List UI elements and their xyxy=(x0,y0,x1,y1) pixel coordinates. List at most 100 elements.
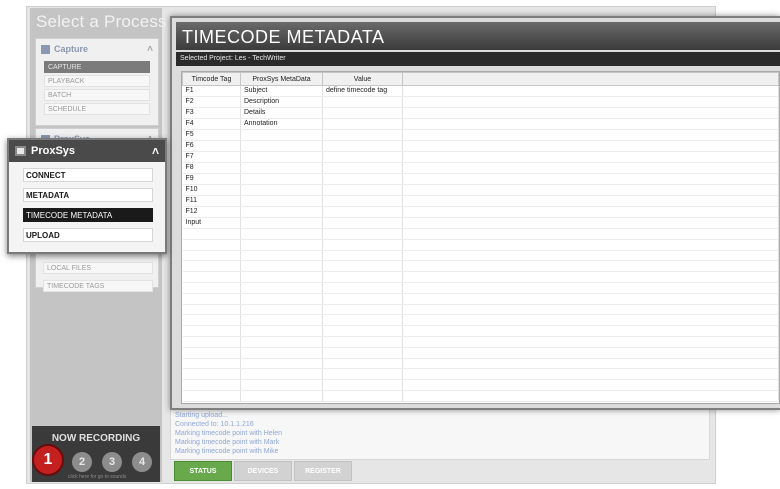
table-cell[interactable]: F10 xyxy=(182,184,241,196)
chevron-up-icon[interactable]: ˄ xyxy=(152,144,159,158)
table-row[interactable] xyxy=(182,379,779,391)
recording-button-2[interactable]: 2 xyxy=(72,452,92,472)
table-cell[interactable] xyxy=(240,151,323,163)
table-cell[interactable] xyxy=(182,347,241,359)
table-row[interactable]: Input xyxy=(182,217,779,229)
table-row[interactable] xyxy=(182,368,779,381)
sidebar-item-batch[interactable]: BATCH xyxy=(44,89,150,101)
table-row[interactable] xyxy=(182,347,779,359)
table-row[interactable]: F4 Annotation xyxy=(182,118,779,130)
sidebar-item-timecode-tags[interactable]: TIMECODE TAGS xyxy=(43,280,153,292)
capture-panel-header[interactable]: Capture ˄ xyxy=(36,39,158,59)
table-cell[interactable] xyxy=(182,260,241,273)
table-cell[interactable] xyxy=(240,314,323,327)
table-cell[interactable] xyxy=(322,151,403,163)
column-header-timecode-tag[interactable]: Timcode Tag xyxy=(182,72,241,86)
table-cell[interactable] xyxy=(322,260,403,273)
tab-status[interactable]: STATUS xyxy=(174,461,232,481)
table-row[interactable] xyxy=(182,325,779,337)
table-cell[interactable] xyxy=(240,195,323,207)
table-cell[interactable] xyxy=(322,228,403,240)
table-cell[interactable] xyxy=(322,271,403,283)
table-cell[interactable]: define timecode tag xyxy=(322,85,403,97)
table-cell[interactable]: Subject xyxy=(240,85,323,97)
table-cell[interactable] xyxy=(322,140,403,152)
table-cell[interactable] xyxy=(182,239,241,251)
table-cell[interactable] xyxy=(240,217,323,229)
table-cell[interactable] xyxy=(240,325,323,337)
table-cell[interactable]: Input xyxy=(182,217,241,229)
table-cell[interactable] xyxy=(240,379,323,391)
table-cell[interactable]: F9 xyxy=(182,173,241,185)
table-cell[interactable]: Details xyxy=(240,107,323,119)
table-cell[interactable] xyxy=(182,358,241,370)
table-cell[interactable] xyxy=(322,195,403,207)
column-header-value[interactable]: Value xyxy=(322,72,403,86)
table-cell[interactable] xyxy=(182,228,241,240)
table-cell[interactable] xyxy=(322,347,403,359)
table-cell[interactable] xyxy=(240,358,323,370)
table-cell[interactable] xyxy=(182,368,241,381)
table-cell[interactable] xyxy=(322,107,403,119)
recording-button-3[interactable]: 3 xyxy=(102,452,122,472)
table-cell[interactable] xyxy=(240,162,323,174)
table-row[interactable]: F11 xyxy=(182,195,779,207)
table-cell[interactable] xyxy=(322,282,403,294)
table-cell[interactable]: F12 xyxy=(182,206,241,218)
table-cell[interactable] xyxy=(240,129,323,141)
table-cell[interactable] xyxy=(322,358,403,370)
table-row[interactable]: F2 Description xyxy=(182,96,779,108)
table-cell[interactable] xyxy=(182,390,241,402)
table-cell[interactable] xyxy=(322,336,403,348)
menu-item-upload[interactable]: UPLOAD xyxy=(23,228,153,242)
table-cell[interactable]: F8 xyxy=(182,162,241,174)
table-cell[interactable] xyxy=(322,217,403,229)
table-cell[interactable]: F11 xyxy=(182,195,241,207)
table-cell[interactable] xyxy=(240,173,323,185)
table-cell[interactable] xyxy=(182,293,241,305)
sidebar-item-playback[interactable]: PLAYBACK xyxy=(44,75,150,87)
sidebar-item-local-files[interactable]: LOCAL FILES xyxy=(43,262,153,274)
table-cell[interactable] xyxy=(240,239,323,251)
table-cell[interactable] xyxy=(322,379,403,391)
table-cell[interactable] xyxy=(322,129,403,141)
table-cell[interactable] xyxy=(240,293,323,305)
table-cell[interactable] xyxy=(322,293,403,305)
table-cell[interactable] xyxy=(322,96,403,108)
table-cell[interactable] xyxy=(322,314,403,327)
table-cell[interactable]: F6 xyxy=(182,140,241,152)
table-cell[interactable] xyxy=(182,325,241,337)
table-cell[interactable] xyxy=(322,368,403,381)
table-cell[interactable]: Description xyxy=(240,96,323,108)
table-row[interactable] xyxy=(182,228,779,240)
table-cell[interactable] xyxy=(322,162,403,174)
table-cell[interactable] xyxy=(182,250,241,262)
table-cell[interactable] xyxy=(182,304,241,316)
table-cell[interactable]: F4 xyxy=(182,118,241,130)
table-row[interactable]: F7 xyxy=(182,151,779,163)
table-cell[interactable] xyxy=(322,239,403,251)
table-row[interactable]: F3 Details xyxy=(182,107,779,119)
chevron-up-icon[interactable]: ˄ xyxy=(147,44,153,55)
table-row[interactable]: F5 xyxy=(182,129,779,141)
table-row[interactable] xyxy=(182,358,779,370)
table-row[interactable] xyxy=(182,304,779,316)
table-cell[interactable] xyxy=(240,206,323,218)
table-cell[interactable] xyxy=(240,390,323,402)
table-cell[interactable] xyxy=(322,325,403,337)
tab-devices[interactable]: DEVICES xyxy=(234,461,292,481)
table-cell[interactable]: F7 xyxy=(182,151,241,163)
table-cell[interactable] xyxy=(240,184,323,196)
table-cell[interactable]: F3 xyxy=(182,107,241,119)
table-row[interactable] xyxy=(182,271,779,283)
table-row[interactable] xyxy=(182,314,779,327)
column-header-proxsys-metadata[interactable]: ProxSys MetaData xyxy=(240,72,323,86)
table-cell[interactable] xyxy=(322,390,403,402)
table-cell[interactable] xyxy=(240,271,323,283)
table-cell[interactable]: Annotation xyxy=(240,118,323,130)
table-row[interactable] xyxy=(182,250,779,262)
table-cell[interactable]: F5 xyxy=(182,129,241,141)
recording-button-1[interactable]: 1 xyxy=(34,446,62,474)
table-cell[interactable] xyxy=(322,184,403,196)
table-cell[interactable] xyxy=(322,206,403,218)
